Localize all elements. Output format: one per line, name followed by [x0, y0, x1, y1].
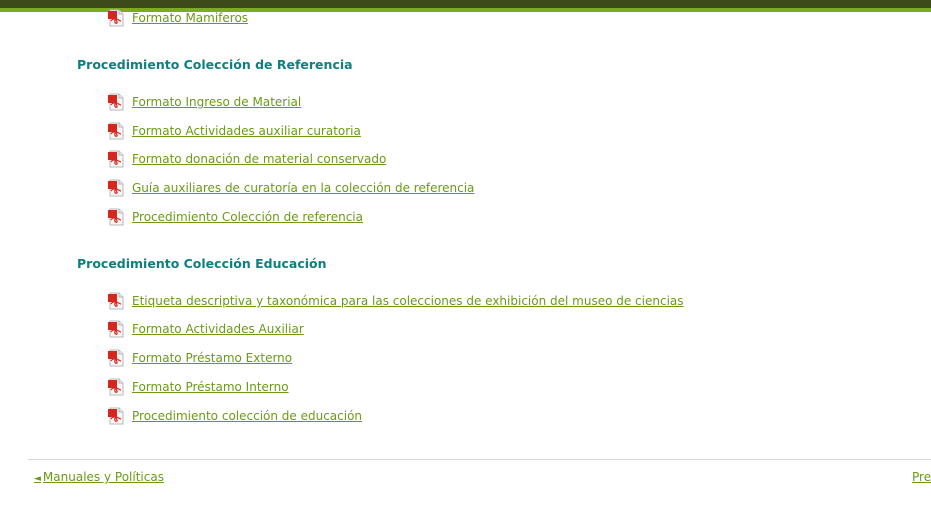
list-item[interactable]: Procedimiento Colección de referencia [108, 207, 363, 227]
pdf-icon [108, 122, 124, 140]
prev-page-label: Manuales y Políticas [42, 470, 164, 484]
pdf-icon [108, 9, 124, 27]
doc-link[interactable]: Formato donación de material conservado [132, 152, 386, 166]
list-item[interactable]: Formato Actividades Auxiliar [108, 319, 304, 339]
doc-link[interactable]: Formato Actividades Auxiliar [132, 322, 304, 336]
doc-link[interactable]: Formato Préstamo Externo [132, 351, 292, 365]
doc-link[interactable]: Etiqueta descriptiva y taxonómica para l… [132, 294, 684, 308]
section-heading-referencia: Procedimiento Colección de Referencia [77, 57, 353, 72]
pdf-icon [108, 349, 124, 367]
list-item[interactable]: Formato Préstamo Externo [108, 348, 292, 368]
prev-page-link[interactable]: ◄ Manuales y Políticas [34, 470, 164, 484]
doc-link[interactable]: Formato Mamiferos [132, 11, 248, 25]
pdf-icon [108, 150, 124, 168]
pdf-icon [108, 407, 124, 425]
list-item[interactable]: Formato donación de material conservado [108, 149, 386, 169]
pdf-icon [108, 179, 124, 197]
doc-link[interactable]: Formato Actividades auxiliar curatoria [132, 124, 361, 138]
list-item[interactable]: Formato Actividades auxiliar curatoria [108, 121, 361, 141]
pdf-icon [108, 208, 124, 226]
pdf-icon [108, 292, 124, 310]
doc-link[interactable]: Procedimiento Colección de referencia [132, 210, 363, 224]
document-list: Formato Mamiferos Procedimiento Colecció… [0, 0, 931, 525]
doc-link[interactable]: Formato Préstamo Interno [132, 380, 289, 394]
pdf-icon [108, 320, 124, 338]
list-item[interactable]: Etiqueta descriptiva y taxonómica para l… [108, 291, 684, 311]
doc-link[interactable]: Formato Ingreso de Material [132, 95, 301, 109]
arrow-left-icon: ◄ [34, 474, 41, 484]
list-item[interactable]: Guía auxiliares de curatoría en la colec… [108, 178, 474, 198]
next-page-link[interactable]: Pre [912, 470, 931, 484]
list-item[interactable]: Formato Ingreso de Material [108, 92, 301, 112]
list-item[interactable]: Formato Mamiferos [108, 8, 248, 28]
section-heading-educacion: Procedimiento Colección Educación [77, 256, 327, 271]
doc-link[interactable]: Guía auxiliares de curatoría en la colec… [132, 181, 474, 195]
pdf-icon [108, 93, 124, 111]
pdf-icon [108, 378, 124, 396]
doc-link[interactable]: Procedimiento colección de educación [132, 409, 362, 423]
list-item[interactable]: Formato Préstamo Interno [108, 377, 289, 397]
list-item[interactable]: Procedimiento colección de educación [108, 406, 362, 426]
divider [28, 459, 931, 460]
